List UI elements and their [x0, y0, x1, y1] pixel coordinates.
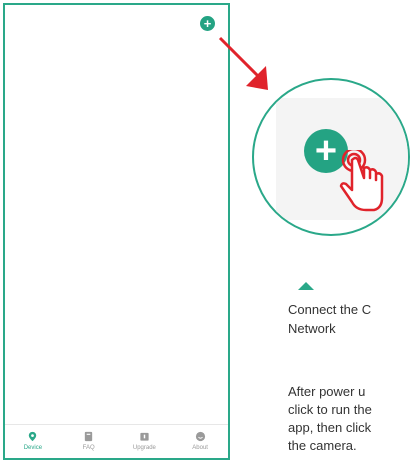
bottom-tab-bar: Device FAQ Upgrade About	[5, 424, 228, 458]
upgrade-icon	[140, 432, 149, 441]
instruction-body: After power u click to run the app, then…	[288, 384, 372, 453]
tab-upgrade[interactable]: Upgrade	[117, 425, 173, 458]
tab-about[interactable]: About	[172, 425, 228, 458]
book-icon	[84, 431, 93, 442]
instruction-title: Connect the C Network	[288, 302, 372, 336]
tab-upgrade-label: Upgrade	[132, 445, 156, 451]
tab-about-label: About	[192, 445, 208, 451]
step-marker	[298, 282, 314, 290]
smiley-icon	[195, 431, 205, 442]
hand-tap-icon	[339, 150, 384, 212]
add-device-button[interactable]: +	[200, 16, 215, 31]
plus-icon: +	[203, 16, 212, 31]
zoom-callout: +	[252, 78, 416, 242]
tab-faq[interactable]: FAQ	[61, 425, 117, 458]
phone-screen: + Device FAQ Upgrade About	[3, 3, 230, 460]
tab-faq-label: FAQ	[82, 445, 95, 451]
location-pin-icon	[29, 431, 37, 442]
tab-device-label: Device	[23, 445, 43, 451]
tab-device[interactable]: Device	[5, 425, 61, 458]
